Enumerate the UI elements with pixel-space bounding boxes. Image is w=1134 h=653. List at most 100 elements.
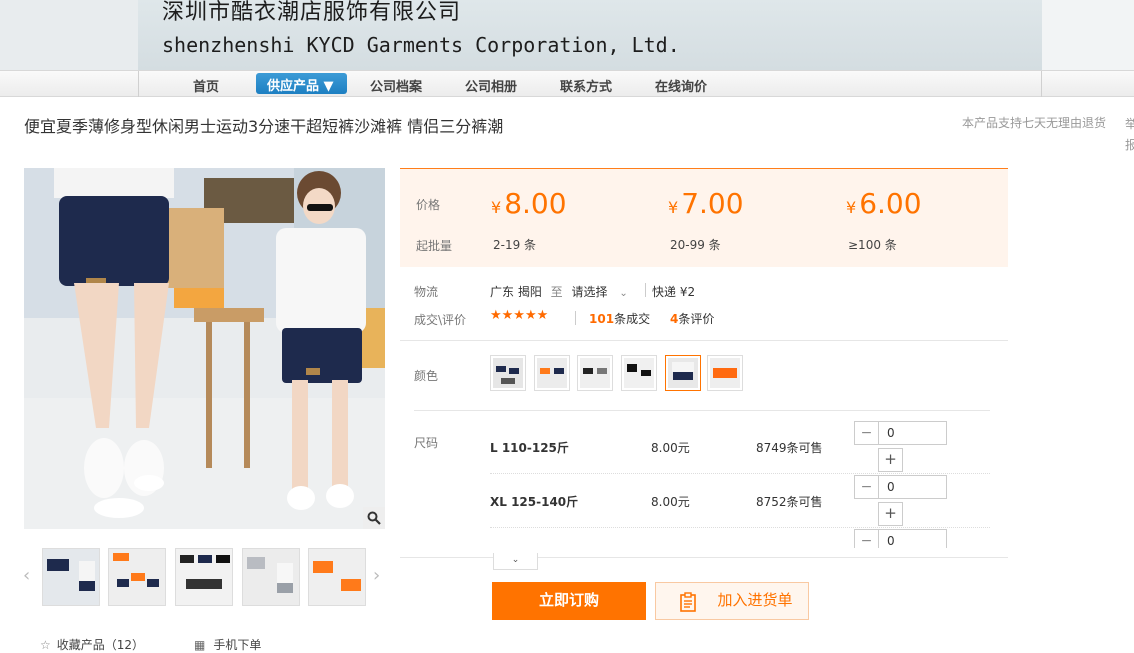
price-value: 6.00 bbox=[859, 187, 922, 220]
qty-tier-2: 20-99 条 bbox=[670, 238, 721, 252]
qty-minus-button[interactable]: − bbox=[854, 475, 879, 499]
banner-left bbox=[0, 0, 138, 70]
add-to-cart-label: 加入进货单 bbox=[717, 592, 793, 609]
currency-symbol: ¥ bbox=[846, 198, 857, 217]
deal-count-link[interactable]: 101条成交 bbox=[589, 310, 650, 327]
swatch-photo bbox=[580, 358, 610, 388]
swatch-photo bbox=[624, 358, 654, 388]
ship-from: 广东 揭阳 bbox=[490, 285, 542, 299]
qrcode-icon: ▦ bbox=[194, 638, 206, 652]
size-row: XL 125-140斤 8.00元 8752条可售 − 0 + bbox=[490, 475, 990, 528]
moq-label: 起批量 bbox=[416, 239, 453, 253]
mobile-order-label: 手机下单 bbox=[213, 638, 262, 652]
color-swatch-5[interactable] bbox=[665, 355, 701, 391]
qty-plus-button[interactable]: + bbox=[878, 448, 903, 472]
swatch-photo bbox=[537, 358, 567, 388]
qty-input[interactable]: 0 bbox=[878, 475, 947, 499]
swatch-photo bbox=[710, 358, 740, 388]
size-stock: 8749条可售 bbox=[756, 441, 823, 455]
size-stock: 8752条可售 bbox=[756, 495, 823, 509]
color-swatch-2[interactable] bbox=[534, 355, 570, 391]
chevron-down-icon: ⌄ bbox=[619, 288, 628, 299]
price-label: 价格 bbox=[416, 198, 441, 212]
size-row: L 110-125斤 8.00元 8749条可售 − 0 + bbox=[490, 421, 990, 474]
size-name: L 110-125斤 bbox=[490, 441, 569, 455]
nav-contact[interactable]: 联系方式 bbox=[560, 76, 612, 95]
company-banner: 深圳市酷衣潮店服饰有限公司 shenzhenshi KYCD Garments … bbox=[138, 0, 1042, 70]
price-tier-2: ¥7.00 bbox=[668, 187, 744, 220]
deal-suffix: 条成交 bbox=[614, 312, 651, 326]
destination-value: 请选择 bbox=[571, 285, 608, 299]
ship-to-word: 至 bbox=[550, 285, 563, 299]
destination-select[interactable]: 请选择 ⌄ bbox=[572, 285, 628, 299]
star-outline-icon: ☆ bbox=[40, 638, 51, 652]
favorite-product[interactable]: ☆ 收藏产品（12） bbox=[40, 636, 144, 653]
favorite-label: 收藏产品（12） bbox=[56, 638, 145, 652]
color-swatch-1[interactable] bbox=[490, 355, 526, 391]
thumb-next-arrow-icon[interactable]: › bbox=[373, 565, 380, 586]
qty-plus-button[interactable]: + bbox=[878, 502, 903, 526]
qty-minus-button[interactable]: − bbox=[854, 421, 879, 445]
swatch-photo bbox=[493, 358, 523, 388]
nav-profile[interactable]: 公司档案 bbox=[370, 76, 422, 95]
deal-count: 101 bbox=[589, 312, 615, 326]
company-name-en: shenzhenshi KYCD Garments Corporation, L… bbox=[162, 33, 680, 57]
thumbnail-photo bbox=[176, 549, 232, 605]
order-now-button[interactable]: 立即订购 bbox=[492, 582, 646, 620]
shop-navbar: 首页 供应产品 ▼ 公司档案 公司相册 联系方式 在线询价 bbox=[0, 70, 1134, 97]
thumb-prev-arrow-icon[interactable]: ‹ bbox=[23, 565, 30, 586]
color-swatch-3[interactable] bbox=[577, 355, 613, 391]
qty-input[interactable]: 0 bbox=[878, 421, 947, 445]
expand-sizes-button[interactable]: ⌄ bbox=[493, 553, 538, 570]
size-price: 8.00元 bbox=[651, 441, 690, 455]
product-title: 便宜夏季薄修身型休闲男士运动3分速干超短裤沙滩裤 情侣三分裤潮 bbox=[24, 117, 504, 136]
thumbnail-1[interactable] bbox=[42, 548, 100, 606]
nav-products[interactable]: 供应产品 ▼ bbox=[256, 73, 347, 94]
section-divider bbox=[400, 557, 1008, 558]
color-swatch-4[interactable] bbox=[621, 355, 657, 391]
ship-route: 广东 揭阳 至 请选择 ⌄ bbox=[490, 283, 628, 300]
color-swatch-6[interactable] bbox=[707, 355, 743, 391]
express-fee: 快递 ¥2 bbox=[652, 285, 696, 299]
currency-symbol: ¥ bbox=[491, 198, 502, 217]
price-tier-1: ¥8.00 bbox=[491, 187, 567, 220]
return-policy-note[interactable]: 本产品支持七天无理由退货 bbox=[962, 114, 1106, 131]
section-divider bbox=[414, 410, 990, 411]
thumbnail-5[interactable] bbox=[308, 548, 366, 606]
logistics-label: 物流 bbox=[414, 285, 439, 299]
price-value: 7.00 bbox=[681, 187, 744, 220]
thumbnail-4[interactable] bbox=[242, 548, 300, 606]
nav-inner: 首页 供应产品 ▼ 公司档案 公司相册 联系方式 在线询价 bbox=[138, 71, 1042, 97]
thumbnail-photo bbox=[243, 549, 299, 605]
product-photo bbox=[24, 168, 385, 529]
divider bbox=[645, 283, 646, 297]
thumbnail-photo bbox=[109, 549, 165, 605]
thumbnail-3[interactable] bbox=[175, 548, 233, 606]
rating-stars-icon: ★★★★★ bbox=[490, 308, 549, 323]
magnifier-icon bbox=[367, 511, 381, 525]
banner-right bbox=[1042, 0, 1134, 70]
nav-album[interactable]: 公司相册 bbox=[465, 76, 517, 95]
report-link[interactable]: 举报 bbox=[1125, 114, 1134, 156]
review-count-link[interactable]: 4条评价 bbox=[670, 310, 714, 327]
size-list-mask bbox=[400, 548, 1008, 560]
nav-inquiry[interactable]: 在线询价 bbox=[655, 76, 707, 95]
currency-symbol: ¥ bbox=[668, 198, 679, 217]
deals-label: 成交\评价 bbox=[414, 313, 467, 327]
price-value: 8.00 bbox=[504, 187, 567, 220]
swatch-photo bbox=[668, 358, 698, 388]
thumbnail-photo bbox=[43, 549, 99, 605]
price-tier-3: ¥6.00 bbox=[846, 187, 922, 220]
main-product-image[interactable] bbox=[24, 168, 385, 529]
section-divider bbox=[400, 340, 1008, 341]
thumbnail-2[interactable] bbox=[108, 548, 166, 606]
zoom-button[interactable] bbox=[363, 507, 385, 529]
add-to-cart-button[interactable]: 加入进货单 bbox=[655, 582, 809, 620]
size-name: XL 125-140斤 bbox=[490, 495, 579, 509]
thumbnail-photo bbox=[309, 549, 365, 605]
color-label: 颜色 bbox=[414, 369, 439, 383]
mobile-order[interactable]: ▦ 手机下单 bbox=[194, 636, 261, 653]
company-name-cn: 深圳市酷衣潮店服饰有限公司 bbox=[162, 0, 462, 25]
nav-home[interactable]: 首页 bbox=[193, 76, 219, 95]
qty-tier-3: ≥100 条 bbox=[848, 238, 897, 252]
